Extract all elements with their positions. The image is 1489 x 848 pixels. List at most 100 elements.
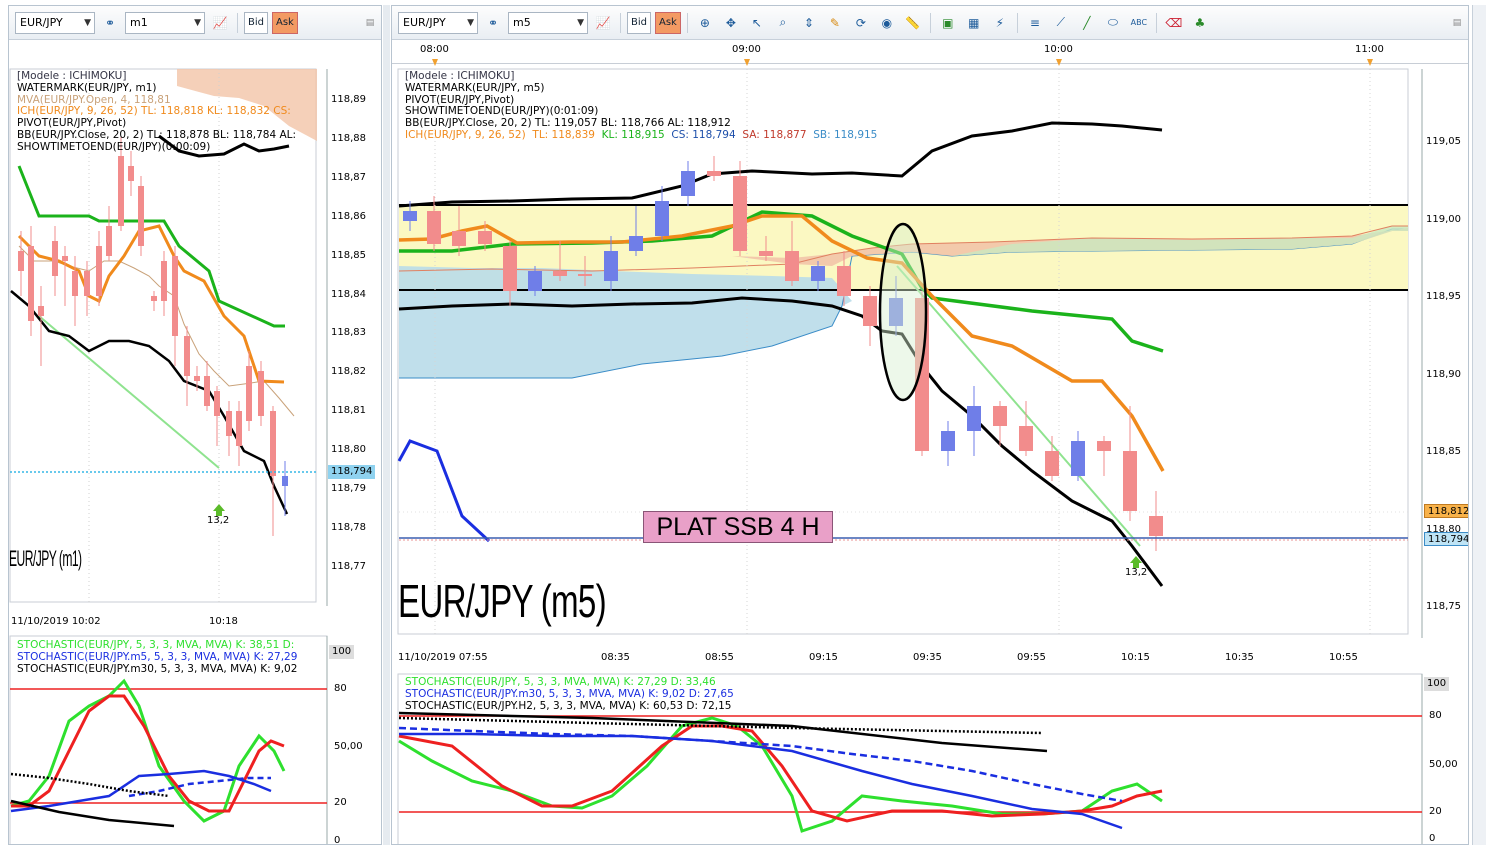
session-marker-icon — [744, 59, 750, 66]
candle-body — [72, 271, 78, 296]
candle-body — [837, 266, 851, 296]
candle-body — [941, 431, 955, 451]
candle-body — [270, 411, 276, 476]
ich-tl: TL: 118,839 — [532, 128, 595, 141]
candle-body — [138, 186, 144, 246]
right-time-label: 09:55 — [1017, 652, 1046, 663]
candle-body — [733, 176, 747, 251]
left-price-label: 118,84 — [331, 288, 366, 300]
left-price-label: 118,80 — [331, 444, 366, 456]
candle-body — [993, 406, 1007, 426]
candle-body — [226, 411, 232, 436]
legend-line: SHOWTIMETOEND(EUR/JPY)(0:00:09) — [17, 140, 211, 153]
candle-body — [106, 226, 112, 256]
candle-body — [84, 271, 90, 296]
left-time-label: 10:18 — [209, 616, 238, 627]
legend-line: STOCHASTIC(EUR/JPY.H2, 5, 3, 3, MVA, MVA… — [405, 699, 732, 712]
panel-splitter[interactable] — [383, 5, 390, 845]
candle-body — [403, 211, 417, 221]
candle-body — [528, 271, 542, 291]
ich-head: ICH(EUR/JPY, 9, 26, 52) — [405, 128, 526, 141]
left-stoch-legend: STOCHASTIC(EUR/JPY, 5, 3, 3, MVA, MVA) K… — [17, 639, 298, 675]
left-watermark: EUR/JPY (m1) — [9, 546, 82, 571]
left-mva-line — [18, 245, 295, 417]
left-arrow-label: 13,2 — [207, 515, 230, 526]
session-marker-icon — [432, 59, 438, 66]
candle-body — [707, 171, 721, 176]
legend-line: STOCHASTIC(EUR/JPY.m5, 5, 3, 3, MVA, MVA… — [17, 650, 298, 663]
right-time-label: 10:15 — [1121, 652, 1150, 663]
candle-body — [161, 261, 167, 301]
left-price-label: 118,81 — [331, 405, 366, 417]
candle-body — [452, 231, 466, 246]
left-stoch-label: 0 — [334, 835, 341, 845]
right-time-label: 08:35 — [601, 652, 630, 663]
candle-body — [96, 246, 102, 296]
candle-body — [1019, 426, 1033, 451]
left-price-label: 118,79 — [331, 483, 366, 494]
candle-body — [1123, 451, 1137, 511]
candle-body — [184, 336, 190, 376]
right-time-label: 09:35 — [913, 652, 942, 663]
candle-body — [811, 266, 825, 281]
right-time-label: 08:55 — [705, 652, 734, 663]
candle-body — [1045, 451, 1059, 476]
left-stoch-label: 100 — [329, 645, 355, 659]
right-watermark: EUR/JPY (m5) — [398, 575, 607, 627]
right-price-label: 118,85 — [1426, 446, 1461, 457]
left-price-tag: 118,794 — [328, 465, 376, 479]
right-price-label: 119,05 — [1426, 136, 1461, 147]
candle-body — [236, 411, 242, 446]
highlight-ellipse — [878, 222, 928, 402]
candle-body — [553, 271, 567, 276]
candle-body — [38, 306, 44, 316]
ich-sb: SB: 118,915 — [813, 128, 878, 141]
candle-body — [1149, 516, 1163, 536]
plat-ssb-annotation[interactable]: PLAT SSB 4 H — [643, 511, 833, 543]
right-stoch-label: 80 — [1429, 710, 1442, 721]
right-price-label: 118,75 — [1426, 601, 1461, 612]
candle-body — [204, 376, 210, 406]
right-price-label: 118,95 — [1426, 291, 1461, 302]
left-price-label: 118,85 — [331, 249, 366, 261]
kumo-bear-cloud — [399, 266, 852, 378]
left-price-label: 118,87 — [331, 171, 366, 183]
candle-body — [28, 246, 34, 321]
session-marker-icon — [1056, 59, 1062, 66]
candle-body — [1097, 441, 1111, 451]
left-price-label: 118,88 — [331, 132, 366, 144]
left-price-label: 118,89 — [331, 94, 366, 105]
left-kijun-line — [17, 165, 285, 328]
right-stoch-label: 100 — [1424, 677, 1450, 691]
vertical-scrollbar[interactable] — [1472, 5, 1486, 845]
candle-body — [246, 366, 252, 421]
right-chart-window: EUR/JPY ▼ ⚭ m5 ▼ 📈 Bid Ask ⊕ ✥ ↖ ⌕ ⇕ ✎ ⟳ ◉… — [391, 5, 1469, 845]
right-price-axis-bg — [1423, 69, 1468, 638]
candle-body — [258, 371, 264, 416]
session-marker-icon — [1367, 59, 1373, 66]
candle-body — [194, 376, 200, 381]
candle-body — [759, 251, 773, 256]
right-time-label: 09:15 — [809, 652, 838, 663]
left-legend: [Modele : ICHIMOKU] WATERMARK(EUR/JPY, m… — [17, 70, 296, 154]
candle-body — [655, 201, 669, 236]
candle-body — [604, 251, 618, 281]
candle-body — [785, 251, 799, 281]
legend-line: STOCHASTIC(EUR/JPY.m30, 5, 3, 3, MVA, MV… — [405, 687, 734, 700]
candle-body — [118, 156, 124, 226]
price-tag-orange: 118,812 — [1424, 504, 1468, 518]
ich-sa: SA: 118,877 — [742, 128, 807, 141]
candle-body — [62, 256, 68, 261]
right-stoch-label: 50,00 — [1429, 759, 1458, 770]
candle-body — [172, 256, 178, 336]
left-stoch-label: 50,00 — [334, 741, 363, 752]
candle-body — [52, 241, 58, 276]
price-tag-blue: 118,794 — [1424, 532, 1468, 546]
left-price-label: 118,78 — [331, 521, 366, 533]
candle-body — [503, 246, 517, 291]
legend-line: STOCHASTIC(EUR/JPY.m30, 5, 3, 3, MVA, MV… — [17, 662, 298, 675]
left-bb-lower — [10, 290, 289, 515]
candle-body — [629, 236, 643, 251]
left-price-label: 118,82 — [331, 366, 366, 378]
legend-line: WATERMARK(EUR/JPY, m5) — [405, 81, 545, 94]
